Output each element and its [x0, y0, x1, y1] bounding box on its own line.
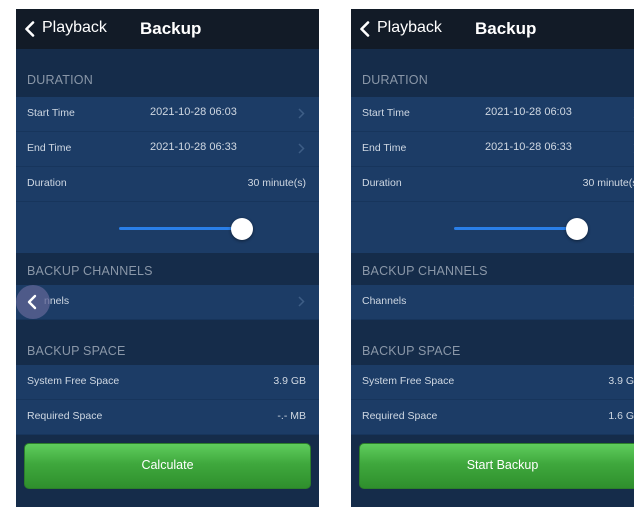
back-arrow-icon: [27, 294, 37, 310]
duration-label: Duration: [362, 177, 402, 189]
back-to-playback-button[interactable]: Playback: [351, 9, 451, 49]
floating-back-button[interactable]: [16, 285, 50, 319]
back-to-playback-button[interactable]: Playback: [16, 9, 116, 49]
duration-row: Duration 30 minute(s): [16, 167, 319, 202]
section-header-channels: BACKUP CHANNELS: [351, 240, 634, 288]
free-space-value: 3.9 GB: [608, 375, 634, 387]
nav-bar: Playback Backup: [351, 9, 634, 49]
required-space-row: Required Space 1.6 GB: [351, 400, 634, 435]
end-time-row[interactable]: End Time 2021-10-28 06:33: [351, 132, 634, 167]
free-space-label: System Free Space: [27, 375, 120, 387]
channels-row[interactable]: Channels: [351, 285, 634, 320]
channels-label: Channels: [362, 295, 407, 307]
free-space-value: 3.9 GB: [273, 375, 306, 387]
start-time-value: 2021-10-28 06:03: [485, 106, 572, 118]
section-header-duration: DURATION: [351, 49, 634, 97]
chevron-left-icon: [25, 21, 35, 37]
section-header-label: DURATION: [27, 73, 93, 87]
start-backup-button[interactable]: Start Backup: [359, 443, 634, 489]
required-space-label: Required Space: [27, 410, 103, 422]
duration-row: Duration 30 minute(s): [351, 167, 634, 202]
calculate-button[interactable]: Calculate: [24, 443, 311, 489]
channels-row[interactable]: nnels: [16, 285, 319, 320]
duration-slider-track[interactable]: [454, 227, 578, 230]
required-space-value: 1.6 GB: [608, 410, 634, 422]
duration-slider-track[interactable]: [119, 227, 243, 230]
button-label: Calculate: [141, 458, 194, 472]
end-time-label: End Time: [362, 142, 407, 154]
start-time-value: 2021-10-28 06:03: [150, 106, 237, 118]
section-header-label: BACKUP SPACE: [362, 344, 461, 358]
section-header-channels: BACKUP CHANNELS: [16, 240, 319, 288]
free-space-row: System Free Space 3.9 GB: [16, 365, 319, 400]
start-time-label: Start Time: [27, 107, 75, 119]
duration-value: 30 minute(s): [582, 177, 634, 189]
chevron-right-icon: [298, 143, 305, 154]
start-time-row[interactable]: Start Time 2021-10-28 06:03: [16, 97, 319, 132]
required-space-value: -.- MB: [277, 410, 306, 422]
chevron-right-icon: [298, 108, 305, 119]
end-time-value: 2021-10-28 06:33: [150, 141, 237, 153]
duration-label: Duration: [27, 177, 67, 189]
page-title: Backup: [475, 19, 537, 38]
duration-slider-thumb[interactable]: [231, 218, 253, 240]
back-label: Playback: [377, 19, 442, 36]
section-header-label: BACKUP SPACE: [27, 344, 126, 358]
start-time-label: Start Time: [362, 107, 410, 119]
back-label: Playback: [42, 19, 107, 36]
duration-value: 30 minute(s): [247, 177, 306, 189]
backup-screen-start: Playback Backup DURATION Start Time 2021…: [351, 9, 634, 507]
free-space-label: System Free Space: [362, 375, 455, 387]
section-header-label: BACKUP CHANNELS: [362, 264, 488, 278]
button-label: Start Backup: [466, 458, 539, 472]
chevron-left-icon: [360, 21, 370, 37]
section-header-label: BACKUP CHANNELS: [27, 264, 153, 278]
end-time-value: 2021-10-28 06:33: [485, 141, 572, 153]
section-header-space: BACKUP SPACE: [16, 320, 319, 368]
backup-screen-calculate: Playback Backup DURATION Start Time 2021…: [16, 9, 319, 507]
section-header-duration: DURATION: [16, 49, 319, 97]
duration-slider-thumb[interactable]: [566, 218, 588, 240]
page-title: Backup: [140, 19, 202, 38]
section-header-label: DURATION: [362, 73, 428, 87]
end-time-label: End Time: [27, 142, 72, 154]
required-space-row: Required Space -.- MB: [16, 400, 319, 435]
chevron-right-icon: [298, 296, 305, 307]
start-time-row[interactable]: Start Time 2021-10-28 06:03: [351, 97, 634, 132]
end-time-row[interactable]: End Time 2021-10-28 06:33: [16, 132, 319, 167]
required-space-label: Required Space: [362, 410, 438, 422]
nav-bar: Playback Backup: [16, 9, 319, 49]
section-header-space: BACKUP SPACE: [351, 320, 634, 368]
free-space-row: System Free Space 3.9 GB: [351, 365, 634, 400]
